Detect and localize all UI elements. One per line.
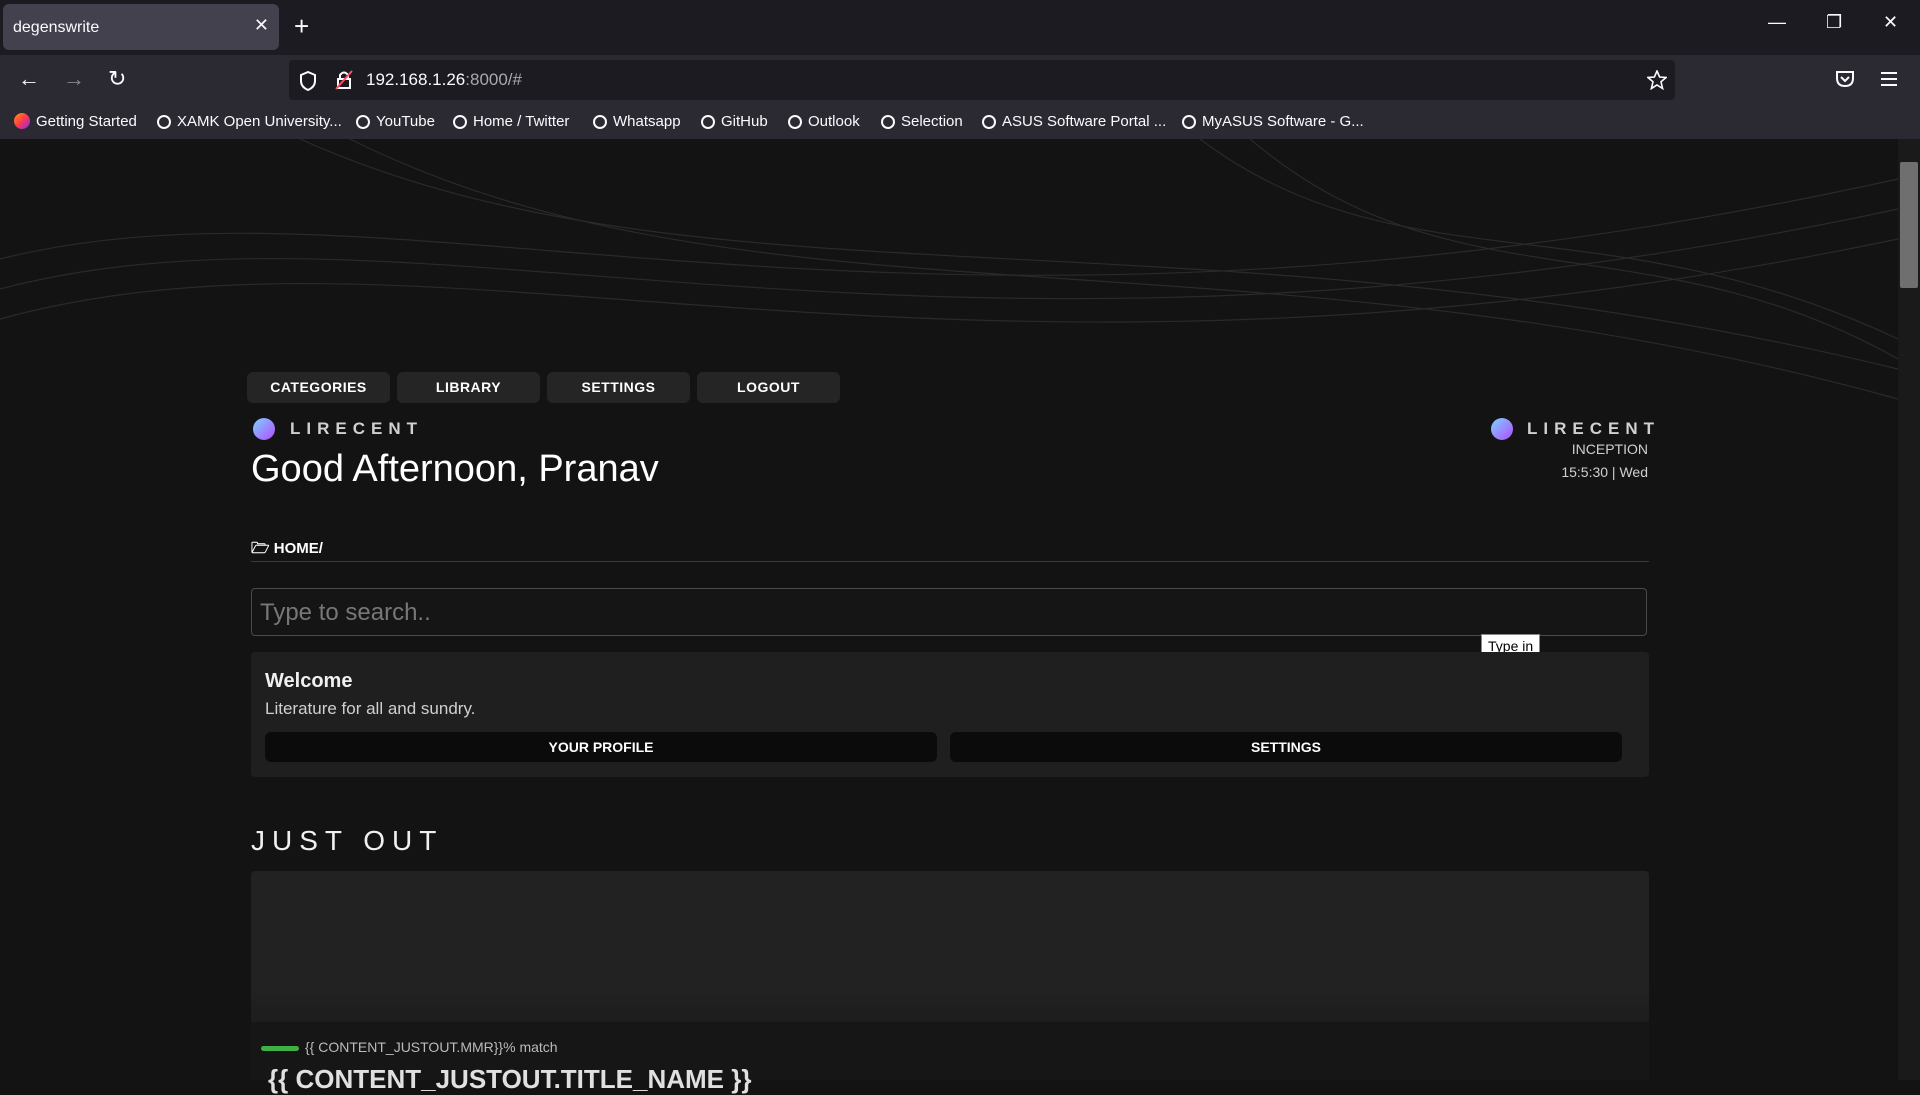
bookmark-whatsapp[interactable]: Whatsapp	[593, 113, 681, 130]
bookmark-selection[interactable]: Selection	[881, 113, 963, 130]
bookmark-getting-started[interactable]: Getting Started	[14, 113, 137, 130]
window-close-icon[interactable]: ✕	[1883, 12, 1898, 33]
match-bar	[261, 1046, 299, 1051]
new-tab-icon[interactable]: +	[294, 11, 309, 42]
reload-icon[interactable]: ↻	[108, 66, 126, 92]
tab-degenswrite[interactable]: degenswrite ✕	[3, 4, 279, 50]
divider	[251, 561, 1649, 562]
globe-icon	[453, 115, 467, 129]
bookmark-label: Selection	[901, 113, 963, 130]
just-out-heading: JUST OUT	[251, 825, 444, 856]
bookmark-label: YouTube	[376, 113, 435, 130]
bookmark-label: MyASUS Software - G...	[1202, 113, 1364, 130]
tab-strip	[0, 0, 1920, 55]
forward-icon[interactable]: →	[63, 66, 85, 92]
bookmark-label: Home / Twitter	[473, 113, 570, 130]
nav-logout-button[interactable]: LOGOUT	[697, 372, 840, 403]
scrollbar-thumb[interactable]	[1900, 162, 1918, 288]
globe-icon	[701, 115, 715, 129]
search-input[interactable]: Type to search..	[251, 588, 1647, 636]
globe-icon	[1182, 115, 1196, 129]
globe-icon	[982, 115, 996, 129]
url-path: :8000/#	[465, 70, 522, 89]
brand-name: LIRECENT	[290, 419, 423, 438]
restore-icon[interactable]: ❐	[1826, 12, 1842, 33]
bookmark-label: XAMK Open University...	[177, 113, 342, 130]
nav-library-button[interactable]: LIBRARY	[397, 372, 540, 403]
menu-icon[interactable]	[1880, 71, 1898, 87]
match-text: {{ CONTENT_JUSTOUT.MMR}}% match	[305, 1039, 558, 1055]
lirecent-logo-icon	[253, 418, 275, 440]
folder-icon: 🗁	[251, 540, 270, 557]
bookmark-label: ASUS Software Portal ...	[1002, 113, 1167, 130]
globe-icon	[881, 115, 895, 129]
greeting-title: Good Afternoon, Pranav	[251, 448, 659, 490]
close-tab-icon[interactable]: ✕	[254, 15, 269, 36]
pocket-icon[interactable]	[1835, 70, 1855, 88]
globe-icon	[157, 115, 171, 129]
bookmark-twitter[interactable]: Home / Twitter	[453, 113, 569, 130]
breadcrumb[interactable]: 🗁 HOME/	[251, 538, 323, 563]
brand-name-right: LIRECENT	[1527, 419, 1660, 438]
globe-icon	[356, 115, 370, 129]
welcome-subtitle: Literature for all and sundry.	[265, 699, 476, 718]
welcome-title: Welcome	[265, 670, 353, 692]
bookmark-label: Getting Started	[36, 113, 137, 130]
minimize-icon[interactable]: —	[1768, 12, 1786, 33]
globe-icon	[788, 115, 802, 129]
your-profile-button[interactable]: YOUR PROFILE	[265, 732, 937, 762]
settings-button[interactable]: SETTINGS	[950, 732, 1622, 762]
shield-icon[interactable]	[299, 71, 317, 91]
bookmark-label: Outlook	[808, 113, 860, 130]
bookmark-youtube[interactable]: YouTube	[356, 113, 435, 130]
url-host: 192.168.1.26	[366, 70, 466, 89]
bookmark-star-icon[interactable]	[1647, 70, 1667, 90]
globe-icon	[593, 115, 607, 129]
bookmark-myasus[interactable]: MyASUS Software - G...	[1182, 113, 1364, 130]
edition-label: INCEPTION	[1571, 441, 1648, 457]
bookmark-asus-portal[interactable]: ASUS Software Portal ...	[982, 113, 1166, 130]
insecure-lock-icon[interactable]	[335, 70, 353, 90]
breadcrumb-home: HOME/	[273, 540, 323, 557]
firefox-icon	[14, 113, 30, 129]
bookmark-label: Whatsapp	[613, 113, 681, 130]
bookmark-label: GitHub	[721, 113, 768, 130]
bookmark-github[interactable]: GitHub	[701, 113, 768, 130]
nav-settings-button[interactable]: SETTINGS	[547, 372, 690, 403]
clock-label: 15:5:30 | Wed	[1561, 464, 1648, 480]
nav-categories-button[interactable]: CATEGORIES	[247, 372, 390, 403]
back-icon[interactable]: ←	[18, 66, 40, 92]
lirecent-logo-icon-right	[1491, 418, 1513, 440]
bookmark-xamk[interactable]: XAMK Open University...	[157, 113, 342, 130]
bookmark-outlook[interactable]: Outlook	[788, 113, 860, 130]
url-text[interactable]: 192.168.1.26:8000/#	[366, 70, 522, 90]
tab-title: degenswrite	[13, 19, 100, 36]
